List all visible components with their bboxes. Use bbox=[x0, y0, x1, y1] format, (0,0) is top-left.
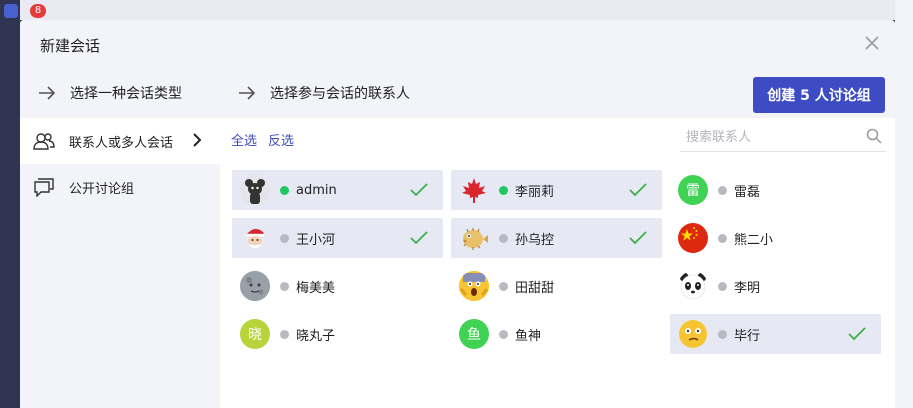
check-icon bbox=[629, 231, 647, 245]
close-icon[interactable] bbox=[863, 34, 881, 52]
new-conversation-dialog: 新建会话 选择一种会话类型 选择参与会话的联系人 创建 5 人讨论组 联系人或多… bbox=[20, 20, 895, 408]
online-status-dot bbox=[499, 185, 508, 195]
text-avatar: 晓 bbox=[240, 319, 270, 349]
contact-cell[interactable]: 王小河 bbox=[232, 218, 443, 258]
contact-name: 鱼神 bbox=[515, 328, 542, 344]
contact-name: 李丽莉 bbox=[515, 184, 555, 200]
bear-icon bbox=[240, 175, 270, 205]
create-group-button[interactable]: 创建 5 人讨论组 bbox=[753, 77, 885, 113]
offline-status-dot bbox=[718, 329, 727, 339]
picker-toolbar: 全选 反选 bbox=[220, 118, 895, 156]
offline-status-dot bbox=[718, 233, 727, 243]
contact-cell[interactable]: 李丽莉 bbox=[451, 170, 662, 210]
contact-name: 李明 bbox=[734, 280, 761, 296]
santa-icon bbox=[240, 223, 270, 253]
contacts-icon bbox=[33, 133, 55, 150]
contact-search bbox=[680, 122, 886, 152]
notification-badge: 8 bbox=[30, 4, 46, 18]
arrow-right-icon bbox=[39, 86, 56, 100]
screaming-face-icon bbox=[459, 271, 489, 301]
step-label: 选择参与会话的联系人 bbox=[270, 86, 410, 102]
sidebar-item-label: 联系人或多人会话 bbox=[69, 135, 174, 151]
select-all-link[interactable]: 全选 bbox=[231, 130, 257, 149]
offline-status-dot bbox=[499, 281, 508, 291]
contact-cell[interactable]: 鱼 鱼神 bbox=[451, 314, 662, 354]
panda-icon bbox=[678, 271, 708, 301]
contact-picker: 全选 反选 搜索联系人 admin 李丽莉 雷 雷磊 王小河 孙乌控 熊二小 梅… bbox=[220, 118, 895, 408]
arrow-right-icon bbox=[239, 86, 256, 100]
contact-name: 毕行 bbox=[734, 328, 761, 344]
contact-name: admin bbox=[296, 182, 337, 198]
app-right-edge bbox=[895, 0, 913, 408]
contact-cell[interactable]: admin bbox=[232, 170, 443, 210]
contact-name: 王小河 bbox=[296, 232, 336, 248]
app-left-rail bbox=[0, 0, 20, 408]
contact-cell[interactable]: 田甜甜 bbox=[451, 266, 662, 306]
search-icon[interactable] bbox=[866, 128, 882, 144]
contact-cell[interactable]: 梅美美 bbox=[232, 266, 443, 306]
step-choose-type: 选择一种会话类型 bbox=[38, 83, 182, 103]
offline-status-dot bbox=[280, 233, 289, 243]
contact-cell[interactable]: 雷 雷磊 bbox=[670, 170, 881, 210]
check-icon bbox=[848, 327, 866, 341]
app-top-bar bbox=[0, 0, 913, 20]
china-flag-icon bbox=[678, 223, 708, 253]
text-avatar: 鱼 bbox=[459, 319, 489, 349]
chevron-right-icon bbox=[193, 133, 202, 147]
contact-cell[interactable]: 熊二小 bbox=[670, 218, 881, 258]
search-input[interactable] bbox=[686, 127, 856, 147]
moon-face-icon bbox=[240, 271, 270, 301]
dialog-header: 新建会话 bbox=[20, 20, 895, 70]
dialog-title: 新建会话 bbox=[40, 37, 101, 55]
contact-cell[interactable]: 晓 晓丸子 bbox=[232, 314, 443, 354]
check-icon bbox=[410, 183, 428, 197]
sidebar-item-contacts[interactable]: 联系人或多人会话 bbox=[20, 118, 220, 164]
steps-bar: 选择一种会话类型 选择参与会话的联系人 创建 5 人讨论组 bbox=[20, 70, 895, 118]
offline-status-dot bbox=[718, 185, 727, 195]
app-logo-icon bbox=[4, 4, 18, 18]
contact-name: 田甜甜 bbox=[515, 280, 555, 296]
chat-bubbles-icon bbox=[34, 178, 54, 197]
contact-name: 晓丸子 bbox=[296, 328, 336, 344]
thinking-face-icon bbox=[678, 319, 708, 349]
step-label: 选择一种会话类型 bbox=[70, 86, 182, 102]
sidebar-item-label: 公开讨论组 bbox=[69, 181, 135, 197]
offline-status-dot bbox=[280, 329, 289, 339]
blowfish-icon bbox=[459, 223, 489, 253]
dialog-body: 联系人或多人会话 公开讨论组 全选 反选 搜索联系人 admin 李丽莉 雷 雷… bbox=[20, 118, 895, 408]
online-status-dot bbox=[280, 185, 289, 195]
conversation-type-sidebar: 联系人或多人会话 公开讨论组 bbox=[20, 118, 220, 408]
maple-leaf-icon bbox=[459, 175, 489, 205]
offline-status-dot bbox=[718, 281, 727, 291]
contact-name: 梅美美 bbox=[296, 280, 336, 296]
check-icon bbox=[410, 231, 428, 245]
contact-cell[interactable]: 毕行 bbox=[670, 314, 881, 354]
contact-name: 雷磊 bbox=[734, 184, 761, 200]
contact-cell[interactable]: 孙乌控 bbox=[451, 218, 662, 258]
contact-name: 孙乌控 bbox=[515, 232, 555, 248]
offline-status-dot bbox=[499, 233, 508, 243]
contact-name: 熊二小 bbox=[734, 232, 774, 248]
invert-selection-link[interactable]: 反选 bbox=[268, 130, 294, 149]
contact-cell[interactable]: 李明 bbox=[670, 266, 881, 306]
offline-status-dot bbox=[280, 281, 289, 291]
check-icon bbox=[629, 183, 647, 197]
sidebar-item-public-groups[interactable]: 公开讨论组 bbox=[20, 164, 220, 210]
offline-status-dot bbox=[499, 329, 508, 339]
text-avatar: 雷 bbox=[678, 175, 708, 205]
step-choose-contacts: 选择参与会话的联系人 bbox=[238, 83, 410, 103]
